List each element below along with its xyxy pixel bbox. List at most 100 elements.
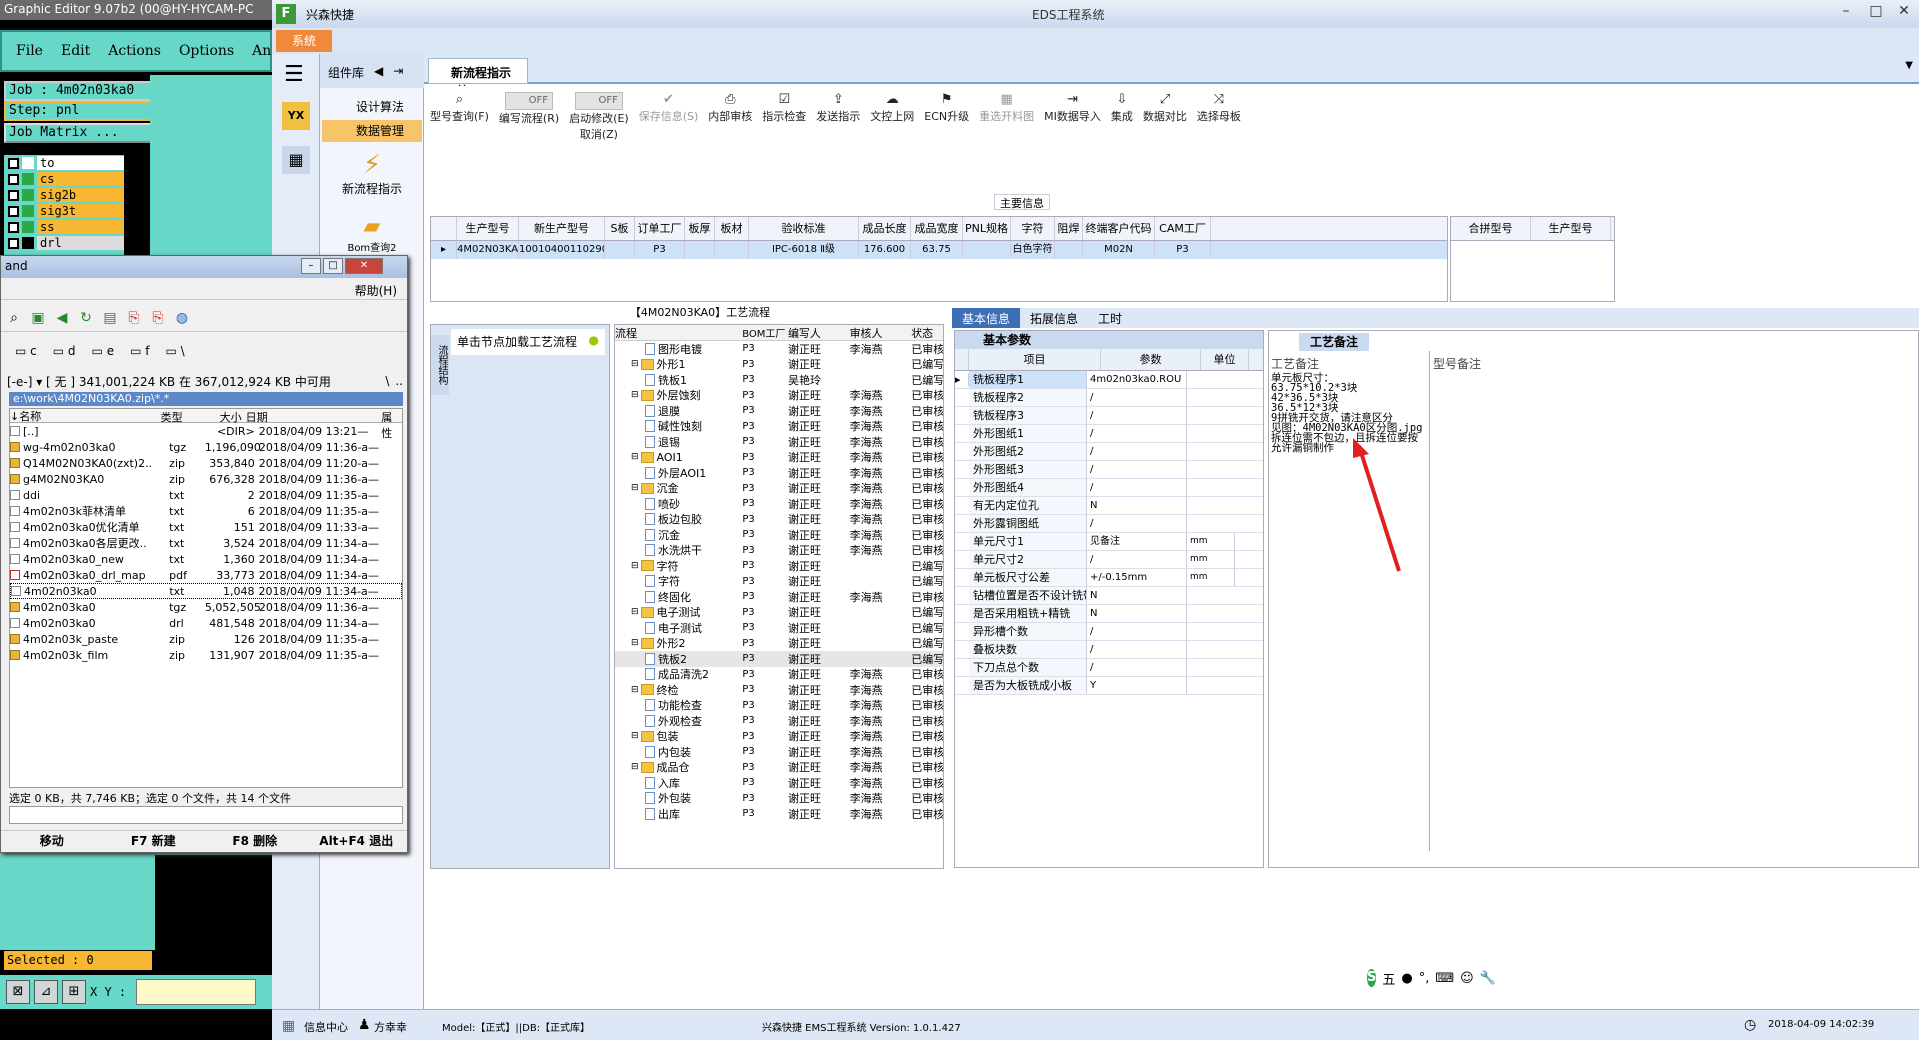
ge-layer-checkbox[interactable] (8, 237, 19, 249)
ime-button-0[interactable]: 五 (1382, 969, 1395, 988)
main-col-header[interactable]: 字符 (1011, 217, 1055, 240)
ge-layer-row[interactable]: cs (4, 171, 124, 187)
expand-icon[interactable]: ⊟ (631, 685, 639, 695)
tree-row[interactable]: 退锡 P3 谢正旺 李海燕 已审核 (615, 434, 943, 450)
expand-icon[interactable]: ⊟ (631, 390, 639, 400)
ime-button-1[interactable]: ● (1401, 971, 1412, 986)
main-cell[interactable] (1055, 241, 1083, 259)
main-cell[interactable]: P3 (635, 241, 685, 259)
sogou-icon[interactable]: S (1367, 969, 1377, 987)
basic-param-row[interactable]: ▸ 铣板程序1 4m02n03ka0.ROU (955, 371, 1263, 389)
main-cell[interactable]: 白色字符 (1011, 241, 1055, 259)
fm-file-row[interactable]: 4m02n03ka0 tgz 5,052,505 2018/04/09 11:36-a… (10, 599, 402, 615)
comp-item-data-mgmt[interactable]: 数据管理 (322, 120, 422, 142)
ge-layer-name[interactable]: sig3t (37, 204, 124, 218)
toolbar-button-6[interactable]: ⇪ 发送指示 (816, 86, 860, 154)
main-col-header[interactable]: 终端客户代码 (1083, 217, 1155, 240)
excel-icon[interactable]: ▣ (29, 309, 47, 327)
tree-row[interactable]: 外层AOI1 P3 谢正旺 李海燕 已审核 (615, 465, 943, 481)
calculator-icon[interactable]: ▦ (282, 146, 310, 174)
basic-param-row[interactable]: 异形槽个数 / (955, 623, 1263, 641)
param-value[interactable]: / (1087, 407, 1187, 424)
pin-icon[interactable]: ⇥ (393, 64, 403, 78)
fm-file-row[interactable]: Q14M02N03KA0(zxt)2.. zip 353,840 2018/04/09… (10, 455, 402, 471)
ge-job-label[interactable]: Job : 4m02n03ka0 (4, 81, 154, 101)
basic-param-row[interactable]: 外形露铜图纸 / (955, 515, 1263, 533)
basic-param-row[interactable]: 外形图纸3/ (955, 461, 1263, 479)
toolbar-button-5[interactable]: ☑ 指示检查 (762, 86, 806, 154)
fm-file-row[interactable]: 4m02n03ka0 drl 481,548 2018/04/09 11:34-a— (10, 615, 402, 631)
tree-row[interactable]: 字符 P3 谢正旺 已编写 (615, 574, 943, 590)
basic-param-row[interactable]: 单元尺寸1 见备注 mm (955, 533, 1263, 551)
tree-row[interactable]: 外包装 P3 谢正旺 李海燕 已审核 (615, 791, 943, 807)
ime-button-2[interactable]: °, (1419, 971, 1430, 986)
ge-layer-name[interactable]: sig2b (37, 188, 124, 202)
ge-tool3-icon[interactable]: ⊞ (62, 980, 86, 1004)
basic-param-row[interactable]: 钻槽位置是否不设计铣带 N (955, 587, 1263, 605)
basic-col-header[interactable]: 项目 (969, 349, 1101, 370)
tree-row[interactable]: 铣板1 P3 吴艳玲 已编写 (615, 372, 943, 388)
fm-fkey-1[interactable]: F7 新建 (103, 831, 205, 850)
expand-icon[interactable]: ⊟ (631, 762, 639, 772)
tree-row[interactable]: 水洗烘干 P3 谢正旺 李海燕 已审核 (615, 543, 943, 559)
param-value[interactable]: / (1087, 623, 1187, 640)
merge-col-header[interactable]: 生产型号 (1531, 217, 1611, 240)
tree-row[interactable]: ⊟ 外形1 P3 谢正旺 已编写 (615, 357, 943, 373)
fm-path-info-text[interactable]: [-e-] ▾ [ 无 ] 341,001,224 KB 在 367,012,9… (7, 373, 331, 390)
tree-row[interactable]: ⊟ 电子测试 P3 谢正旺 已编写 (615, 605, 943, 621)
fm-file-row[interactable]: 4m02n03k菲林清单 txt 6 2018/04/09 11:35-a— (10, 503, 402, 519)
expand-icon[interactable]: ⊟ (631, 561, 639, 571)
fm-help-menu[interactable]: 帮助(H) (1, 282, 407, 300)
fm-file-row[interactable]: 4m02n03ka0各层更改.. txt 3,524 2018/04/09 11:34… (10, 535, 402, 551)
ge-menu-file[interactable]: File (16, 43, 43, 59)
system-tab[interactable]: 系统 (276, 30, 332, 52)
basic-param-row[interactable]: 是否为大板铣成小板 Y (955, 677, 1263, 695)
globe-icon[interactable]: ◍ (173, 309, 191, 327)
tree-row[interactable]: 出库 P3 谢正旺 李海燕 已审核 (615, 806, 943, 822)
sheet-icon[interactable]: ▤ (101, 309, 119, 327)
main-col-header[interactable]: 阻焊 (1055, 217, 1083, 240)
info-tab-0[interactable]: 基本信息 (952, 308, 1021, 328)
refresh-icon[interactable]: ↻ (77, 309, 95, 327)
param-value[interactable]: / (1087, 425, 1187, 442)
fm-file-row[interactable]: 4m02n03ka0_new txt 1,360 2018/04/09 11:34-a… (10, 551, 402, 567)
fm-command-line[interactable] (9, 806, 403, 824)
param-value[interactable]: +/-0.15mm (1087, 569, 1187, 586)
main-col-header[interactable]: 验收标准 (749, 217, 859, 240)
info-tab-1[interactable]: 拓展信息 (1020, 308, 1088, 328)
basic-param-row[interactable]: 单元板尺寸公差 +/-0.15mm mm (955, 569, 1263, 587)
basic-param-row[interactable]: 外形图纸4/ (955, 479, 1263, 497)
fm-file-row[interactable]: wg-4m02n03ka0 tgz 1,196,090 2018/04/09 11:3… (10, 439, 402, 455)
main-cell[interactable]: 10010400110290 (519, 241, 605, 259)
fm-drive-4[interactable]: ▭ \ (165, 344, 184, 360)
main-col-header[interactable]: PNL规格 (963, 217, 1011, 240)
main-cell[interactable]: P3 (1155, 241, 1211, 259)
param-value[interactable]: N (1087, 587, 1187, 604)
ge-step-label[interactable]: Step: pnl (4, 101, 154, 121)
tree-row[interactable]: ⊟ 沉金 P3 谢正旺 李海燕 已审核 (615, 481, 943, 497)
toggle-switch[interactable]: OFF (505, 92, 554, 110)
ge-layer-row[interactable]: ss (4, 219, 124, 235)
param-value[interactable]: / (1087, 641, 1187, 658)
main-col-header[interactable]: CAM工厂 (1155, 217, 1211, 240)
main-col-header[interactable]: 成品长度 (859, 217, 911, 240)
tree-col-header[interactable]: 编写人 (788, 325, 850, 340)
fm-file-row[interactable]: 4m02n03k_paste zip 126 2018/04/09 11:35-a— (10, 631, 402, 647)
tree-row[interactable]: 沉金 P3 谢正旺 李海燕 已审核 (615, 527, 943, 543)
fm-file-row[interactable]: [..] <DIR> 2018/04/09 13:21— (10, 423, 402, 439)
fm-file-row[interactable]: 4m02n03k_film zip 131,907 2018/04/09 11:35-… (10, 647, 402, 663)
main-cell[interactable]: 63.75 (911, 241, 963, 259)
flow-structure-tab[interactable]: 流程结构 (431, 335, 449, 395)
ge-layer-name[interactable]: cs (37, 172, 124, 186)
tree-row[interactable]: 入库 P3 谢正旺 李海燕 已审核 (615, 775, 943, 791)
tree-row[interactable]: ⊟ 外形2 P3 谢正旺 已编写 (615, 636, 943, 652)
ge-job-matrix-button[interactable]: Job Matrix ... (4, 123, 159, 143)
tree-col-header[interactable]: BOM工厂 (742, 325, 788, 340)
main-cell[interactable]: 176.600 (859, 241, 911, 259)
fm-drive-0[interactable]: ▭ c (15, 344, 37, 360)
toolbar-button-13[interactable]: ⤨ 选择母板 (1197, 86, 1241, 154)
main-info-row[interactable]: ▸ 4M02N03KA0 10010400110290 P3 IPC-6018 Ⅱ级 17… (431, 241, 1447, 259)
ge-layer-checkbox[interactable] (8, 205, 19, 217)
param-value[interactable]: / (1087, 443, 1187, 460)
basic-col-header[interactable]: 单位 (1201, 349, 1249, 370)
